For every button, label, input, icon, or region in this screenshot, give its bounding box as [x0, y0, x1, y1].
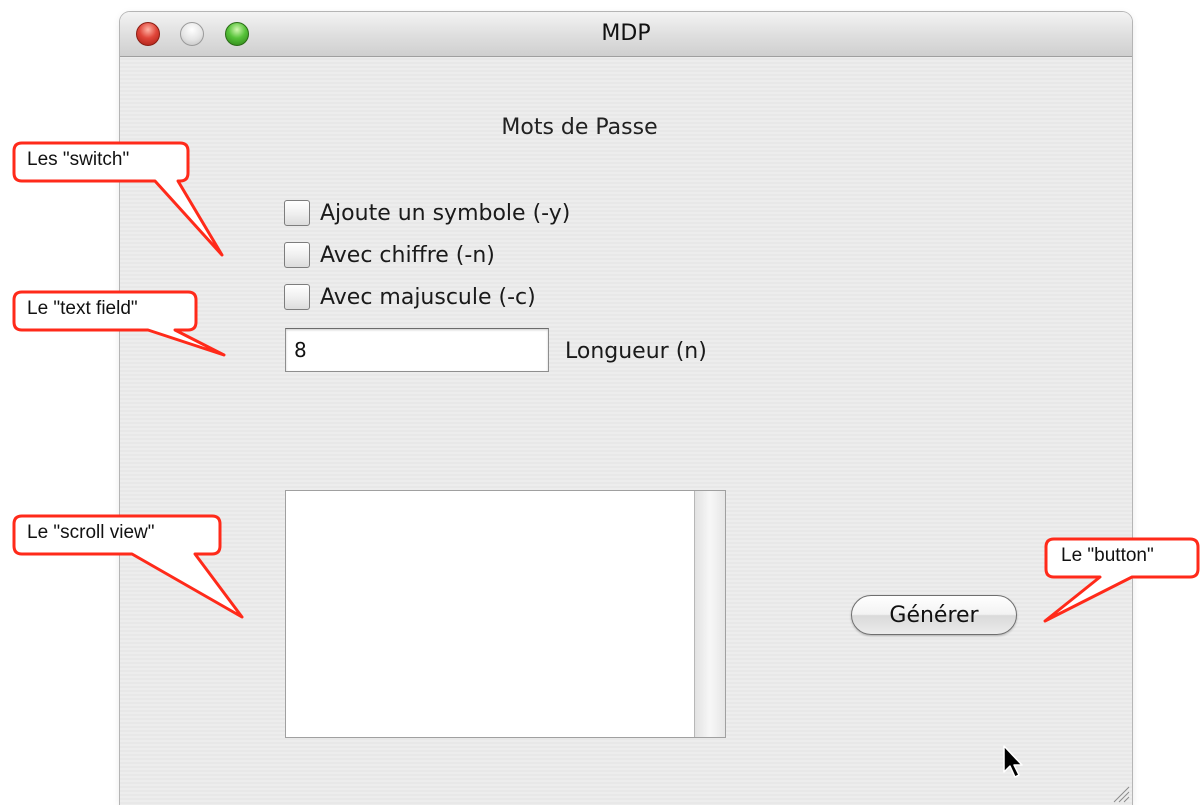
scroll-view-callout-label: Le "scroll view" — [27, 522, 155, 543]
switch-callout-label: Les "switch" — [27, 149, 130, 170]
button-callout-label: Le "button" — [1061, 545, 1154, 566]
text-field-callout-label: Le "text field" — [27, 298, 138, 319]
annotation-callouts — [12, 141, 1200, 623]
